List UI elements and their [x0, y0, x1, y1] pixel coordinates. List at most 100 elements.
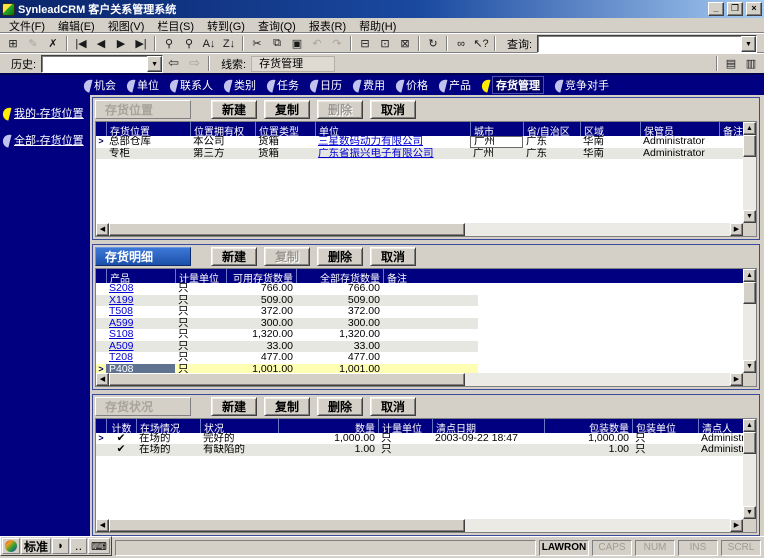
- cell[interactable]: 1,320.00: [226, 329, 296, 341]
- cell[interactable]: 33.00: [226, 341, 296, 353]
- column-header[interactable]: 计量单位: [378, 418, 432, 433]
- cell[interactable]: 2003-09-22 18:47: [432, 433, 544, 445]
- column-header[interactable]: 全部存货数量: [296, 269, 383, 284]
- cell[interactable]: 只: [378, 444, 432, 456]
- column-header[interactable]: 可用存货数量: [226, 269, 296, 284]
- book-view-icon[interactable]: ▥: [741, 55, 761, 72]
- cell-link[interactable]: T508: [109, 306, 133, 317]
- tab-opportunity[interactable]: 机会: [82, 77, 116, 93]
- cell[interactable]: 广州: [470, 136, 523, 148]
- cell[interactable]: A599: [106, 318, 175, 330]
- redo-icon[interactable]: ↷: [327, 35, 347, 52]
- delete-button[interactable]: 删除: [317, 247, 363, 267]
- new-button[interactable]: 新建: [211, 100, 257, 119]
- menu-report[interactable]: 报表(R): [303, 18, 352, 34]
- copy-button[interactable]: 复制: [264, 247, 310, 267]
- column-header[interactable]: 单位: [315, 122, 470, 136]
- menu-goto[interactable]: 转到(G): [201, 18, 251, 34]
- cell[interactable]: 33.00: [296, 341, 383, 353]
- cell[interactable]: 只: [632, 444, 698, 456]
- query-combobox[interactable]: ▼: [537, 34, 757, 53]
- history-input[interactable]: [42, 56, 147, 72]
- table-row[interactable]: T208 只 477.00 477.00: [96, 352, 478, 364]
- search-icon[interactable]: ⚲: [159, 35, 179, 52]
- table-row[interactable]: X199 只 509.00 509.00: [96, 294, 478, 307]
- cell[interactable]: 477.00: [296, 352, 383, 364]
- cell[interactable]: 第三方: [190, 148, 255, 160]
- table-row[interactable]: ✔在场的有缺陷的1.00只1.00只Administrator包装破损: [96, 444, 743, 456]
- ime-mode-button[interactable]: 标准: [21, 538, 52, 554]
- cell[interactable]: 509.00: [296, 295, 383, 307]
- scrollbar-thumb[interactable]: [743, 135, 756, 157]
- close-icon[interactable]: ×: [746, 2, 762, 16]
- tab-tasks[interactable]: 任务: [265, 77, 299, 93]
- menu-view[interactable]: 视图(V): [102, 18, 151, 34]
- cell[interactable]: 1,000.00: [278, 433, 378, 445]
- cell-link[interactable]: X199: [109, 295, 134, 306]
- cell[interactable]: [432, 444, 544, 456]
- cell[interactable]: Administrator: [640, 136, 719, 148]
- history-combobox[interactable]: ▼: [41, 54, 164, 73]
- cell[interactable]: S208: [106, 283, 175, 295]
- scroll-right-icon[interactable]: ▶: [730, 372, 743, 386]
- column-header[interactable]: 清点日期: [432, 418, 544, 433]
- sidebar-item-my-locations[interactable]: 我的-存货位置: [0, 105, 90, 121]
- vertical-scrollbar[interactable]: ▲ ▼: [743, 269, 756, 373]
- table-row[interactable]: > ✔ 在场的 完好的 1,000.00 只 2003-09-22 18:47 1,000.0…: [96, 433, 743, 445]
- cancel-button[interactable]: 取消: [370, 247, 416, 267]
- cell[interactable]: Administrator: [698, 444, 743, 456]
- cell[interactable]: 三星数码动力有限公司: [315, 136, 470, 148]
- vertical-scrollbar[interactable]: ▲ ▼: [743, 418, 756, 519]
- column-header[interactable]: 包装数量: [544, 418, 632, 433]
- column-header[interactable]: 清点人: [698, 418, 743, 433]
- cell[interactable]: [383, 295, 478, 307]
- cell[interactable]: [383, 318, 478, 330]
- column-header[interactable]: 备注: [383, 269, 478, 284]
- cell[interactable]: 只: [175, 295, 226, 307]
- cell[interactable]: [383, 329, 478, 341]
- menu-query[interactable]: 查询(Q): [252, 18, 302, 34]
- cell[interactable]: S108: [106, 329, 175, 341]
- cell[interactable]: 广东省振兴电子有限公司: [315, 148, 470, 160]
- tab-competitors[interactable]: 竞争对手: [553, 77, 609, 93]
- cell[interactable]: 专柜: [106, 148, 190, 160]
- help-pointer-icon[interactable]: ↖?: [471, 35, 491, 52]
- tab-inventory[interactable]: 存货管理: [480, 76, 544, 94]
- refresh-icon[interactable]: ↻: [423, 35, 443, 52]
- cell[interactable]: 1.00: [278, 444, 378, 456]
- table-row[interactable]: S108 只 1,320.00 1,320.00: [96, 329, 478, 341]
- horizontal-scrollbar[interactable]: ◀ ▶: [96, 519, 743, 532]
- scroll-left-icon[interactable]: ◀: [96, 372, 109, 386]
- cell[interactable]: 只: [175, 364, 226, 373]
- cell-link[interactable]: S108: [109, 329, 134, 340]
- delete-button[interactable]: 删除: [317, 100, 363, 119]
- tab-product[interactable]: 产品: [437, 77, 471, 93]
- cell[interactable]: 货箱: [255, 136, 315, 148]
- sidebar-item-all-locations[interactable]: 全部-存货位置: [0, 132, 90, 148]
- tab-contacts[interactable]: 联系人: [168, 77, 213, 93]
- scroll-up-icon[interactable]: ▲: [743, 418, 756, 432]
- scrollbar-thumb[interactable]: [743, 282, 756, 305]
- copy-icon[interactable]: ⧉: [267, 35, 287, 52]
- cell[interactable]: [719, 148, 743, 160]
- cell[interactable]: 华南: [580, 136, 640, 148]
- print-preview-icon[interactable]: ⊠: [395, 35, 415, 52]
- cell[interactable]: 只: [632, 433, 698, 445]
- table-row[interactable]: > P408 只 1,001.00 1,001.00: [96, 363, 478, 373]
- sort-ascending-icon[interactable]: A↓: [199, 35, 219, 52]
- horizontal-scrollbar[interactable]: ◀ ▶: [96, 372, 743, 386]
- new-button[interactable]: 新建: [211, 247, 257, 267]
- cell[interactable]: A509: [106, 341, 175, 353]
- ime-logo-icon[interactable]: [2, 538, 20, 554]
- column-header[interactable]: 包装单位: [632, 418, 698, 433]
- restore-icon[interactable]: ❐: [727, 2, 743, 16]
- fullwidth-moon-icon[interactable]: ◗: [52, 538, 70, 554]
- prev-record-icon[interactable]: ◀: [91, 35, 111, 52]
- cell[interactable]: [383, 283, 478, 295]
- back-icon[interactable]: ⇦: [163, 55, 184, 72]
- cell[interactable]: 广东: [523, 136, 580, 148]
- scroll-down-icon[interactable]: ▼: [743, 359, 756, 373]
- scrollbar-thumb[interactable]: [109, 372, 465, 386]
- tab-calendar[interactable]: 日历: [308, 77, 342, 93]
- menu-file[interactable]: 文件(F): [3, 18, 51, 34]
